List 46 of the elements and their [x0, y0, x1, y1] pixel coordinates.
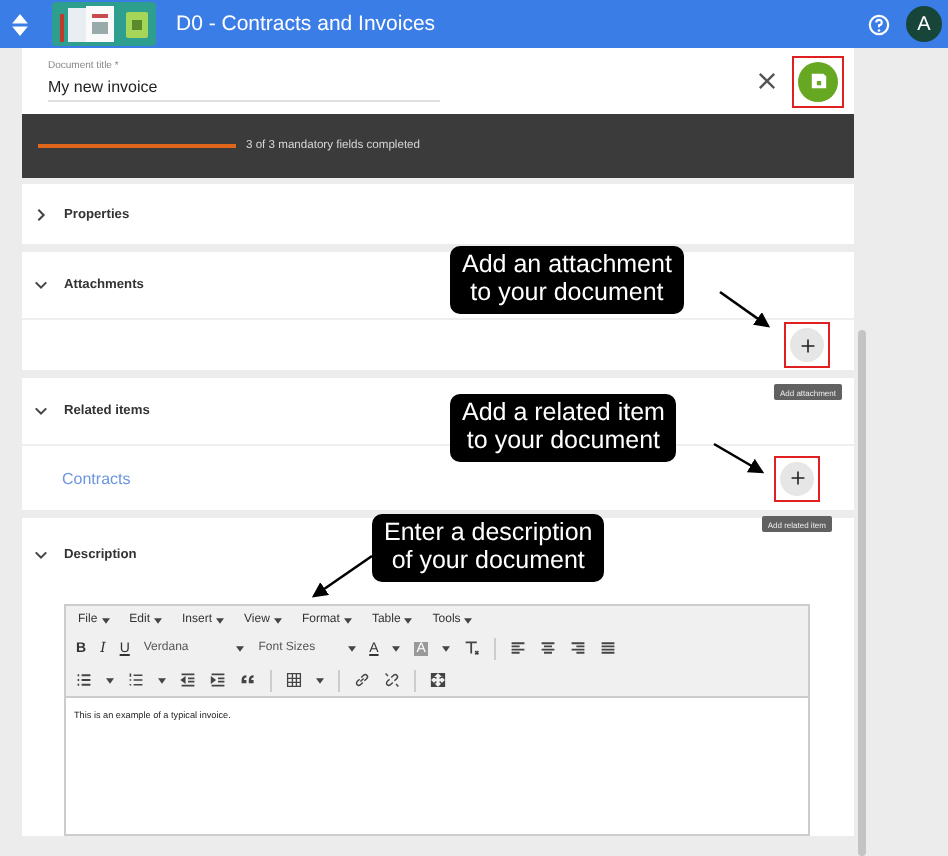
app-title: D0 - Contracts and Invoices: [176, 12, 436, 36]
caret-icon: [273, 617, 282, 623]
chevron-icon[interactable]: [34, 404, 48, 418]
caret-icon[interactable]: [158, 677, 166, 683]
table-icon[interactable]: [286, 672, 302, 688]
chevron-icon[interactable]: [34, 207, 48, 221]
caret-icon: [236, 645, 245, 651]
clear-format-icon[interactable]: [463, 640, 480, 656]
sort-icon[interactable]: [12, 13, 28, 35]
quote-icon[interactable]: [240, 672, 256, 688]
help-icon[interactable]: [868, 13, 890, 35]
caret-icon: [464, 617, 473, 623]
user-avatar[interactable]: A: [906, 6, 942, 42]
caret-icon: [347, 645, 356, 651]
arrow: [713, 442, 765, 474]
close-icon[interactable]: [758, 72, 776, 90]
caret-icon: [154, 617, 163, 623]
numbered-list-icon[interactable]: [128, 672, 144, 688]
callout-label: Add an attachment to your document: [450, 246, 684, 313]
caret-icon[interactable]: [441, 645, 450, 651]
caret-icon: [216, 617, 225, 623]
caret-icon[interactable]: [106, 677, 114, 683]
caret-icon: [404, 617, 413, 623]
fullscreen-icon[interactable]: [430, 672, 446, 688]
align-icon[interactable]: [509, 640, 526, 656]
indent-icon[interactable]: [210, 672, 226, 688]
caret-icon: [101, 617, 110, 623]
plus-icon: [789, 470, 805, 486]
chevron-icon[interactable]: [34, 548, 48, 562]
bullet-list-icon[interactable]: [76, 672, 92, 688]
arrow: [311, 554, 373, 598]
scrollbar[interactable]: [858, 330, 866, 856]
link-icon[interactable]: [354, 672, 370, 688]
arrow: [719, 290, 771, 328]
callout-label: Add a related item to your document: [450, 394, 677, 461]
unlink-icon[interactable]: [384, 672, 400, 688]
callout-label: Enter a description of your document: [372, 514, 605, 581]
align-icon[interactable]: [539, 640, 556, 656]
align-icon[interactable]: [599, 640, 616, 656]
outdent-icon[interactable]: [180, 672, 196, 688]
caret-icon[interactable]: [392, 645, 401, 651]
chevron-icon[interactable]: [34, 278, 48, 292]
align-icon[interactable]: [569, 640, 586, 656]
caret-icon: [343, 617, 352, 623]
caret-icon[interactable]: [316, 677, 324, 683]
plus-icon: [799, 337, 815, 353]
